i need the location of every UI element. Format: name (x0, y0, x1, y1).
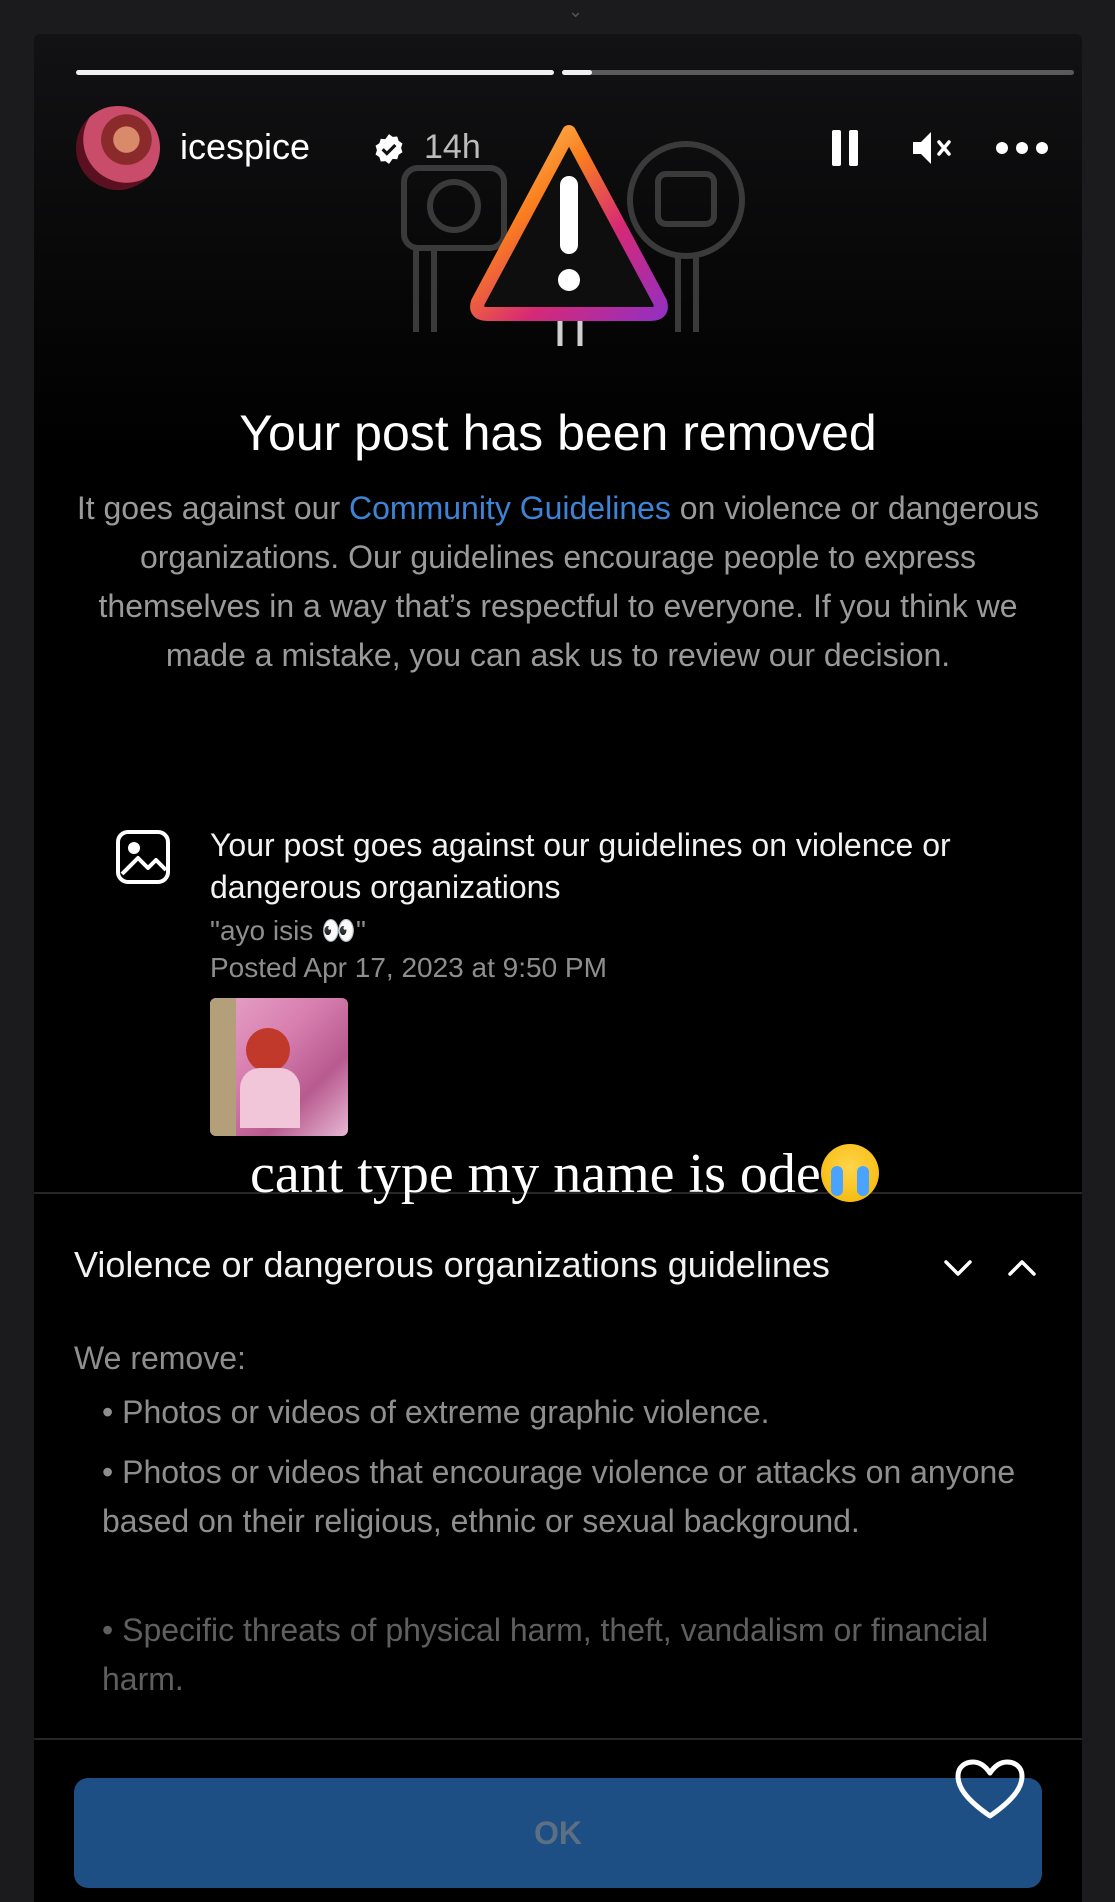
dismiss-chevron-icon[interactable]: ⌄ (568, 2, 590, 20)
story-text-overlay: cant type my name is ode (250, 1142, 879, 1206)
page-title: Your post has been removed (239, 405, 877, 461)
guidelines-section-title[interactable]: Violence or dangerous organizations guid… (74, 1244, 830, 1286)
guideline-rule: • Photos or videos of extreme graphic vi… (102, 1394, 770, 1430)
post-caption: "ayo isis 👀" (210, 915, 366, 946)
ok-button[interactable]: OK (74, 1778, 1042, 1888)
pause-icon[interactable] (828, 128, 862, 168)
image-icon (116, 830, 170, 884)
story-progress-bar-1 (76, 70, 554, 75)
crying-emoji-icon (820, 1144, 879, 1202)
post-date: Posted Apr 17, 2023 at 9:50 PM (210, 952, 607, 983)
avatar[interactable] (76, 106, 160, 190)
chevron-up-icon[interactable] (1002, 1248, 1042, 1288)
story-progress-bar-2 (562, 70, 1074, 75)
community-guidelines-link[interactable]: Community Guidelines (349, 490, 671, 526)
mute-icon[interactable] (910, 128, 954, 168)
guideline-rule: • Photos or videos that encourage violen… (102, 1454, 1016, 1539)
more-icon[interactable] (994, 128, 1050, 168)
chevron-down-icon[interactable] (938, 1248, 978, 1288)
guideline-rule: • Specific threats of physical harm, the… (102, 1612, 989, 1697)
post-thumbnail[interactable] (210, 998, 348, 1136)
username[interactable]: icespice (180, 126, 310, 168)
divider (34, 1738, 1082, 1740)
story-viewer: icespice 14h Your post has been removed … (34, 34, 1082, 1902)
guidelines-intro: We remove: (74, 1340, 246, 1376)
heart-icon[interactable] (954, 1758, 1026, 1822)
warning-illustration (401, 125, 745, 346)
post-violation-headline: Your post goes against our guidelines on… (210, 827, 951, 905)
notice-description: It goes against our Community Guidelines… (76, 490, 1040, 673)
